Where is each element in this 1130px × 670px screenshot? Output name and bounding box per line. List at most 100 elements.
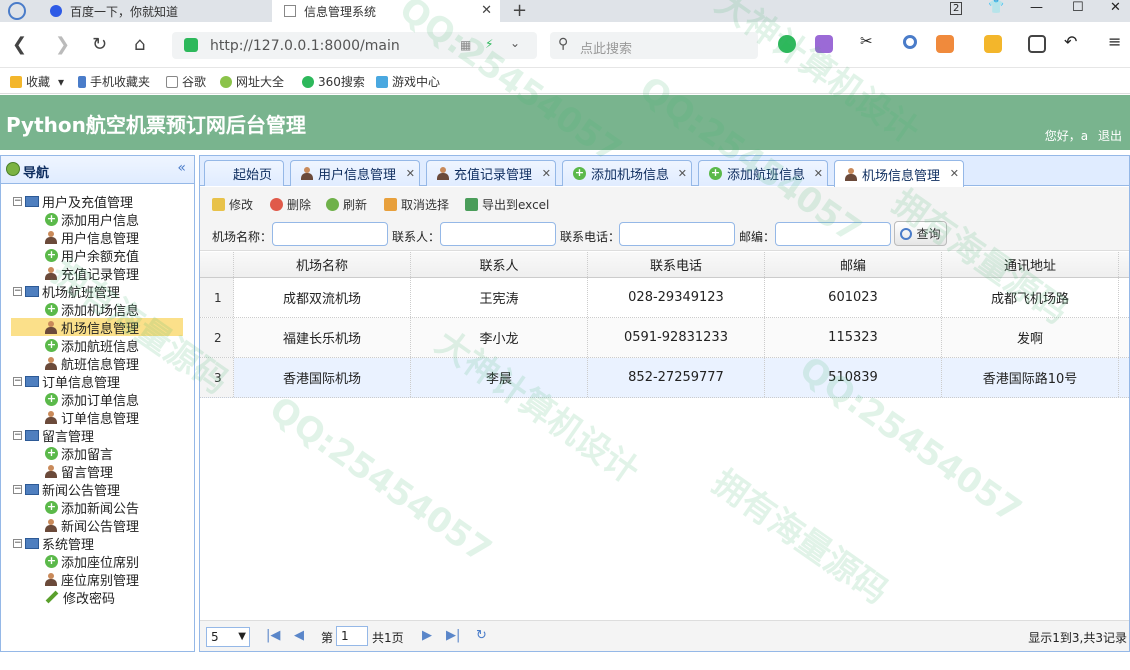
bookmark-360[interactable]: 360搜索 [302, 73, 365, 90]
tree-item-order-manage[interactable]: 订单信息管理 [45, 408, 139, 427]
collapse-toggle-icon[interactable]: − [13, 484, 22, 494]
tab-add-flight[interactable]: + 添加航班信息 ✕ [698, 160, 828, 186]
tab-airport-manage[interactable]: 机场信息管理 ✕ [834, 160, 964, 187]
reload-page-icon[interactable]: ↻ [476, 628, 487, 643]
table-row[interactable]: 2 福建长乐机场 李小龙 0591-92831233 115323 发啊 [200, 318, 1129, 358]
shirt-icon[interactable]: 👕 [988, 0, 1004, 15]
back-icon[interactable]: ❮ [12, 34, 27, 55]
edit-button[interactable]: 修改 [212, 196, 253, 213]
browser-search-box[interactable]: ⚲ 点此搜索 [550, 32, 758, 59]
cancel-selection-button[interactable]: 取消选择 [384, 196, 449, 213]
bookmark-favorites[interactable]: 收藏 ▾ [10, 73, 64, 90]
tree-group-news[interactable]: − 新闻公告管理 [13, 480, 120, 499]
column-header[interactable]: 机场名称 [234, 252, 411, 277]
prev-page-icon[interactable]: ◀ [294, 628, 304, 643]
tree-group-system[interactable]: − 系统管理 [13, 534, 94, 553]
lightning-icon[interactable]: ⚡ [485, 37, 493, 51]
collapse-toggle-icon[interactable]: − [13, 430, 22, 440]
close-icon[interactable]: ✕ [481, 3, 492, 18]
tree-item-flight-manage[interactable]: 航班信息管理 [45, 354, 139, 373]
translate-icon[interactable] [815, 35, 833, 53]
tree-item-message-manage[interactable]: 留言管理 [45, 462, 113, 481]
page-number-input[interactable]: 1 [336, 626, 368, 646]
tab-recharge-records[interactable]: 充值记录管理 ✕ [426, 160, 556, 186]
tree-item-user-manage[interactable]: 用户信息管理 [45, 228, 139, 247]
postcode-input[interactable] [775, 222, 891, 246]
browser-tab-info-system[interactable]: 信息管理系统 ✕ [272, 0, 500, 22]
close-icon[interactable]: ✕ [678, 167, 687, 180]
bookmark-games[interactable]: 游戏中心 [376, 73, 440, 90]
apps-grid-icon[interactable] [1028, 35, 1046, 53]
bookmark-google[interactable]: 谷歌 [166, 73, 206, 90]
tree-item-add-seat[interactable]: + 添加座位席别 [45, 552, 139, 571]
collapse-icon[interactable]: « [177, 160, 186, 176]
logout-link[interactable]: 退出 [1098, 129, 1122, 143]
tree-item-add-airport[interactable]: + 添加机场信息 [45, 300, 139, 319]
browser-tab-baidu[interactable]: 百度一下，你就知道 [50, 0, 270, 22]
column-header[interactable]: 邮编 [765, 252, 942, 277]
query-button[interactable]: 查询 [894, 221, 947, 246]
column-header[interactable]: 联系电话 [588, 252, 765, 277]
minimize-icon[interactable]: — [1030, 0, 1043, 15]
tab-count-badge[interactable]: 2 [950, 2, 963, 15]
airport-name-input[interactable] [272, 222, 388, 246]
close-icon[interactable]: ✕ [542, 167, 551, 180]
home-icon[interactable]: ⌂ [134, 34, 145, 55]
next-page-icon[interactable]: ▶ [422, 628, 432, 643]
close-window-icon[interactable]: ✕ [1110, 0, 1121, 15]
address-bar[interactable]: http://127.0.0.1:8000/main ▦ ⚡ ⌄ [172, 32, 537, 59]
tree-item-change-password[interactable]: 修改密码 [45, 588, 115, 607]
tree-item-user-recharge[interactable]: + 用户余额充值 [45, 246, 139, 265]
forward-icon[interactable]: ❯ [55, 34, 70, 55]
tab-start-page[interactable]: 起始页 [204, 160, 284, 186]
tree-item-add-news[interactable]: + 添加新闻公告 [45, 498, 139, 517]
tree-group-orders[interactable]: − 订单信息管理 [13, 372, 120, 391]
bookmark-mobile[interactable]: 手机收藏夹 [78, 73, 150, 90]
contact-input[interactable] [440, 222, 556, 246]
collapse-toggle-icon[interactable]: − [13, 376, 22, 386]
reload-icon[interactable]: ↻ [92, 34, 107, 55]
scissors-icon[interactable]: ✂ [860, 32, 878, 50]
wechat-icon[interactable] [778, 35, 796, 53]
delete-button[interactable]: 删除 [270, 196, 311, 213]
tree-item-add-message[interactable]: + 添加留言 [45, 444, 113, 463]
tree-group-user-recharge[interactable]: − 用户及充值管理 [13, 192, 133, 211]
chevron-down-icon[interactable]: ⌄ [510, 36, 520, 50]
page-size-select[interactable]: 5 ▼ [206, 627, 250, 647]
maximize-icon[interactable]: ☐ [1072, 0, 1084, 15]
column-header[interactable]: 联系人 [411, 252, 588, 277]
column-header[interactable]: 通讯地址 [942, 252, 1119, 277]
table-row[interactable]: 1 成都双流机场 王宪涛 028-29349123 601023 成都飞机场路 [200, 278, 1129, 318]
close-icon[interactable]: ✕ [814, 167, 823, 180]
tree-item-recharge-records[interactable]: 充值记录管理 [45, 264, 139, 283]
collapse-toggle-icon[interactable]: − [13, 286, 22, 296]
tree-group-airport-flight[interactable]: − 机场航班管理 [13, 282, 120, 301]
magnifier-icon[interactable] [903, 35, 917, 49]
qr-icon[interactable]: ▦ [460, 38, 471, 52]
coin-icon[interactable] [984, 35, 1002, 53]
table-row[interactable]: 3 香港国际机场 李晨 852-27259777 510839 香港国际路10号 [200, 358, 1129, 398]
undo-icon[interactable]: ↶ [1064, 32, 1082, 51]
collapse-toggle-icon[interactable]: − [13, 196, 22, 206]
tree-item-airport-manage[interactable]: 机场信息管理 [11, 318, 183, 337]
tree-item-seat-manage[interactable]: 座位席别管理 [45, 570, 139, 589]
game-icon[interactable] [936, 35, 954, 53]
tree-item-add-flight[interactable]: + 添加航班信息 [45, 336, 139, 355]
tab-user-manage[interactable]: 用户信息管理 ✕ [290, 160, 420, 186]
export-excel-button[interactable]: 导出到excel [465, 196, 549, 213]
tree-item-add-order[interactable]: + 添加订单信息 [45, 390, 139, 409]
bookmark-sites[interactable]: 网址大全 [220, 73, 284, 90]
first-page-icon[interactable]: |◀ [266, 628, 280, 643]
tree-item-add-user[interactable]: + 添加用户信息 [45, 210, 139, 229]
tree-group-messages[interactable]: − 留言管理 [13, 426, 94, 445]
collapse-toggle-icon[interactable]: − [13, 538, 22, 548]
close-icon[interactable]: ✕ [950, 167, 959, 180]
phone-input[interactable] [619, 222, 735, 246]
browser-nav-icon[interactable] [8, 2, 26, 20]
last-page-icon[interactable]: ▶| [446, 628, 460, 643]
tree-item-news-manage[interactable]: 新闻公告管理 [45, 516, 139, 535]
tab-add-airport[interactable]: + 添加机场信息 ✕ [562, 160, 692, 186]
new-tab-icon[interactable]: + [512, 0, 527, 21]
refresh-button[interactable]: 刷新 [326, 196, 367, 213]
close-icon[interactable]: ✕ [406, 167, 415, 180]
